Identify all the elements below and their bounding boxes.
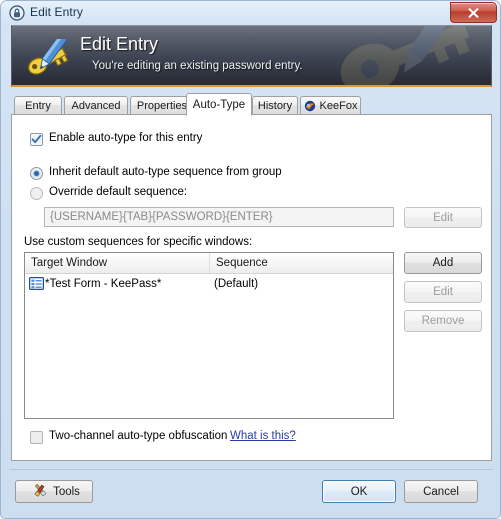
- button-label: Edit: [433, 286, 453, 298]
- list-header: Target Window Sequence: [25, 253, 393, 274]
- keefox-globe-icon: [304, 100, 316, 112]
- remove-sequence-button[interactable]: Remove: [404, 310, 482, 332]
- tools-icon: [32, 482, 48, 501]
- tab-history[interactable]: History: [252, 96, 298, 115]
- inherit-default-sequence-radio[interactable]: [30, 167, 43, 180]
- banner-subtitle: You're editing an existing password entr…: [92, 60, 303, 72]
- two-channel-obfuscation-checkbox[interactable]: [30, 431, 43, 444]
- enable-auto-type-checkbox[interactable]: [30, 133, 43, 146]
- custom-sequences-list[interactable]: Target Window Sequence *Test Form - KeeP…: [24, 252, 394, 419]
- footer-divider: [10, 469, 493, 470]
- close-button[interactable]: [450, 2, 497, 23]
- column-header-target-window[interactable]: Target Window: [25, 253, 210, 273]
- what-is-this-link[interactable]: What is this?: [230, 430, 296, 442]
- banner-title: Edit Entry: [80, 34, 159, 54]
- key-pencil-icon: [24, 33, 69, 79]
- tab-strip: Entry Advanced Properties Auto-Type Hist…: [11, 93, 492, 116]
- tab-label: Properties: [136, 99, 188, 112]
- table-row[interactable]: *Test Form - KeePass* (Default): [25, 275, 393, 293]
- cancel-button[interactable]: Cancel: [404, 480, 478, 503]
- edit-sequence-button[interactable]: Edit: [404, 207, 482, 228]
- button-label: Tools: [53, 485, 80, 498]
- cell-target-window: *Test Form - KeePass*: [45, 278, 162, 290]
- enable-auto-type-label: Enable auto-type for this entry: [49, 132, 203, 144]
- custom-sequences-label: Use custom sequences for specific window…: [24, 236, 253, 248]
- button-label: Cancel: [423, 485, 459, 498]
- auto-type-panel: Enable auto-type for this entry Inherit …: [11, 114, 492, 461]
- title-bar: Edit Entry: [1, 1, 500, 25]
- window-list-icon: [28, 276, 45, 294]
- button-label: Remove: [421, 315, 465, 327]
- button-label: Edit: [433, 211, 453, 224]
- banner-watermark-icon: [307, 26, 491, 85]
- inherit-default-sequence-label: Inherit default auto-type sequence from …: [49, 166, 282, 178]
- radio-dot: [34, 171, 39, 176]
- tab-label: Advanced: [71, 99, 121, 112]
- tab-label: KeeFox: [319, 99, 358, 112]
- ok-button[interactable]: OK: [322, 480, 396, 503]
- tab-advanced[interactable]: Advanced: [64, 96, 128, 115]
- tab-keefox[interactable]: KeeFox: [300, 96, 361, 115]
- tab-label: Entry: [25, 99, 51, 112]
- default-sequence-input[interactable]: {USERNAME}{TAB}{PASSWORD}{ENTER}: [44, 207, 394, 227]
- button-label: OK: [350, 485, 368, 498]
- dialog-banner: Edit Entry You're editing an existing pa…: [11, 25, 492, 87]
- tools-button[interactable]: Tools: [15, 480, 93, 503]
- button-label: Add: [432, 257, 454, 269]
- lock-icon: [9, 5, 25, 21]
- override-default-sequence-radio[interactable]: [30, 187, 43, 200]
- column-header-sequence[interactable]: Sequence: [210, 253, 393, 273]
- tab-entry[interactable]: Entry: [14, 96, 62, 115]
- override-default-sequence-label: Override default sequence:: [49, 186, 188, 198]
- tab-auto-type[interactable]: Auto-Type: [186, 93, 252, 116]
- cell-sequence: (Default): [214, 278, 259, 290]
- tab-properties[interactable]: Properties: [130, 96, 194, 115]
- edit-entry-sequence-button[interactable]: Edit: [404, 281, 482, 303]
- tab-label: History: [257, 99, 293, 112]
- edit-entry-dialog: Edit Entry Edit Entry You're editing an …: [0, 0, 501, 519]
- two-channel-obfuscation-label: Two-channel auto-type obfuscation: [49, 430, 228, 442]
- tab-label: Auto-Type: [192, 98, 246, 111]
- add-sequence-button[interactable]: Add: [404, 252, 482, 274]
- window-title: Edit Entry: [30, 5, 84, 19]
